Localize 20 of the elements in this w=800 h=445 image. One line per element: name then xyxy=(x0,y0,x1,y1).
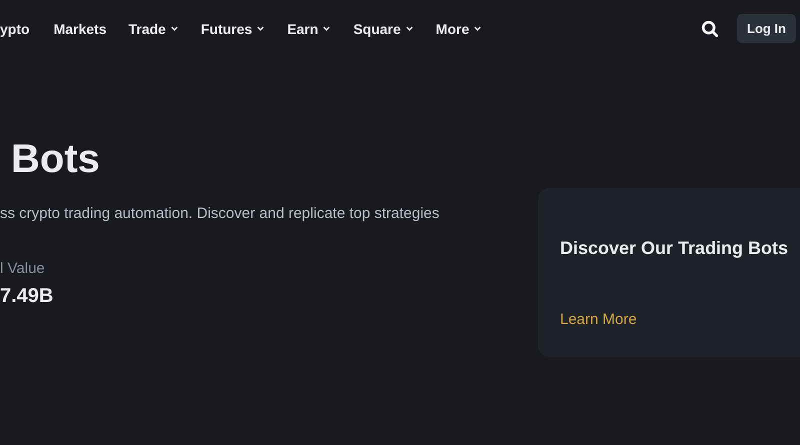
nav-link[interactable]: Earn xyxy=(287,20,332,36)
page-title: Bots xyxy=(11,137,101,181)
caret-icon xyxy=(322,24,332,33)
stat-label: l Value xyxy=(0,260,46,277)
card-title: Discover Our Trading Bots xyxy=(560,238,790,259)
nav-link[interactable]: Markets xyxy=(54,20,106,36)
nav-link[interactable]: Square xyxy=(353,20,414,36)
caret-icon xyxy=(473,24,482,33)
nav-link[interactable]: ypto xyxy=(0,20,30,36)
login-button[interactable]: Log In xyxy=(737,14,796,43)
search-icon[interactable] xyxy=(701,20,719,38)
nav-link[interactable]: Trade xyxy=(128,20,179,36)
learn-more-link[interactable]: Learn More xyxy=(560,311,637,328)
nav-link[interactable]: Futures xyxy=(200,20,266,36)
stat-value: 7.49B xyxy=(0,285,54,308)
description-text: ss crypto trading automation. Discover and replicate top strategies xyxy=(0,205,440,222)
caret-icon xyxy=(404,24,414,33)
nav-link[interactable]: More xyxy=(436,20,482,36)
caret-icon xyxy=(256,24,266,33)
caret-icon xyxy=(170,24,179,33)
